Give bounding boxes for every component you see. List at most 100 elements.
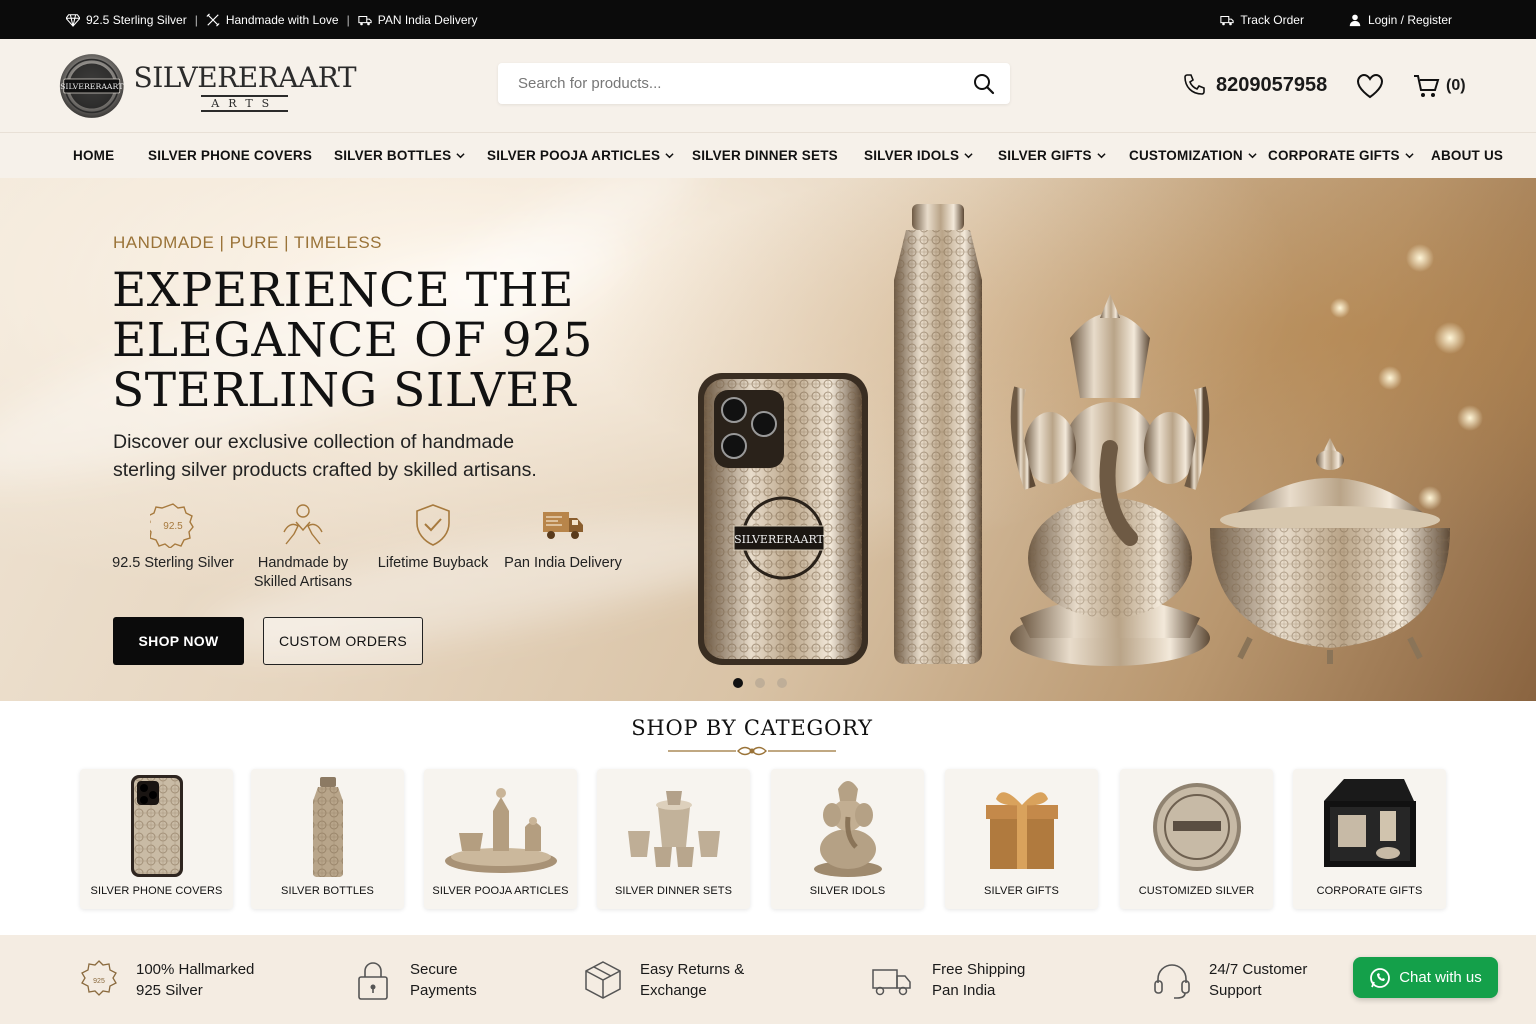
category-card-dinner-sets[interactable]: SILVER DINNER SETS [597, 769, 750, 909]
bottle-icon [312, 777, 343, 877]
assurance-returns: Easy Returns & Exchange [582, 935, 744, 1024]
nav-home[interactable]: HOME [73, 133, 114, 178]
assurance-line2: Support [1209, 981, 1262, 999]
nav-corporate-gifts[interactable]: CORPORATE GIFTS [1268, 133, 1414, 178]
category-card-phone-covers[interactable]: SILVER PHONE COVERS [80, 769, 233, 909]
svg-text:925: 925 [93, 978, 105, 985]
logo-subtitle: ARTS [201, 94, 289, 112]
chat-label: Chat with us [1399, 969, 1482, 986]
category-card-corporate[interactable]: CORPORATE GIFTS [1293, 769, 1446, 909]
assurance-line2: Payments [410, 981, 477, 999]
feature-buyback: Lifetime Buyback [368, 502, 498, 592]
hero-eyebrow: HANDMADE | PURE | TIMELESS [113, 233, 383, 252]
nav-label: SILVER POOJA ARTICLES [487, 148, 661, 163]
bokeh-light [1434, 322, 1466, 354]
chevron-down-icon [1405, 153, 1414, 159]
track-order-label: Track Order [1240, 12, 1304, 27]
phone-contact[interactable]: 8209057958 [1182, 73, 1327, 97]
badge-sterling-label: 92.5 Sterling Silver [86, 12, 187, 27]
heart-icon[interactable] [1356, 73, 1384, 99]
chevron-down-icon [456, 153, 465, 159]
login-label: Login / Register [1367, 12, 1452, 27]
nav-label: SILVER IDOLS [864, 148, 960, 163]
search-icon[interactable] [972, 72, 996, 96]
assurance-strip: 925 100% Hallmarked 925 Silver Secure Paym… [0, 935, 1536, 1024]
phone-number: 8209057958 [1216, 73, 1328, 96]
topbar-badges: 92.5 Sterling Silver | Handmade with Lov… [66, 0, 478, 39]
category-card-gifts[interactable]: SILVER GIFTS [945, 769, 1098, 909]
nav-label: HOME [73, 148, 115, 163]
category-card-bottles[interactable]: SILVER BOTTLES [251, 769, 404, 909]
nav-silver-phone-covers[interactable]: SILVER PHONE COVERS [148, 133, 312, 178]
bokeh-light [1330, 298, 1350, 318]
nav-silver-idols[interactable]: SILVER IDOLS [864, 133, 973, 178]
category-card-idols[interactable]: SILVER IDOLS [771, 769, 924, 909]
nav-label: SILVER BOTTLES [334, 148, 452, 163]
category-label: CORPORATE GIFTS [1316, 885, 1423, 897]
carousel-dot-3[interactable] [777, 678, 787, 688]
gift-case-icon [1323, 779, 1416, 867]
category-card-pooja-articles[interactable]: SILVER POOJA ARTICLES [424, 769, 577, 909]
carousel-dot-2[interactable] [755, 678, 765, 688]
separator: | [194, 12, 198, 27]
ganesha-idol-product [1010, 294, 1210, 666]
feature-delivery: Pan India Delivery [498, 502, 628, 592]
carousel-dot-1[interactable] [733, 678, 743, 688]
padlock-icon [358, 961, 388, 1000]
nav-label: ABOUT US [1431, 148, 1504, 163]
nav-label: CORPORATE GIFTS [1268, 148, 1400, 163]
bokeh-light [1406, 244, 1434, 272]
nav-silver-dinner-sets[interactable]: SILVER DINNER SETS [692, 133, 838, 178]
login-register-link[interactable]: Login / Register [1348, 13, 1452, 27]
truck-icon [358, 15, 372, 25]
feature-label: Lifetime Buyback [377, 555, 489, 571]
site-logo[interactable]: SILVERERAART SILVERERAART ARTS [56, 43, 357, 129]
ganesha-idol-icon [813, 781, 882, 877]
shop-now-button[interactable]: SHOP NOW [113, 617, 244, 665]
hero-title: EXPERIENCE THE ELEGANCE OF 925 STERLING … [112, 263, 593, 418]
category-label: SILVER DINNER SETS [614, 885, 733, 897]
badge-handmade-label: Handmade with Love [225, 12, 339, 27]
truck-icon [1220, 15, 1235, 25]
feature-sterling: 92.5 92.5 Sterling Silver [108, 502, 238, 592]
shield-check-icon [416, 504, 450, 546]
category-card-customized[interactable]: CUSTOMIZED SILVER [1120, 769, 1273, 909]
whatsapp-icon [1370, 967, 1391, 988]
search-input[interactable] [498, 63, 938, 104]
bowl-product [1210, 438, 1450, 664]
hero-features: 92.5 92.5 Sterling Silver Handmade by Sk… [108, 502, 628, 592]
ornament-divider-icon [668, 746, 836, 756]
assurance-line1: 100% Hallmarked [136, 960, 255, 978]
bottle-product [894, 204, 982, 664]
feature-label: Pan India Delivery [504, 555, 622, 571]
svg-text:92.5: 92.5 [163, 521, 183, 532]
nav-silver-pooja-articles[interactable]: SILVER POOJA ARTICLES [487, 133, 674, 178]
nav-about-us[interactable]: ABOUT US [1431, 133, 1503, 178]
assurance-support: 24/7 Customer Support [1151, 935, 1307, 1024]
nav-customization[interactable]: CUSTOMIZATION [1129, 133, 1257, 178]
feature-handmade: Handmade by Skilled Artisans [238, 502, 368, 592]
badge-delivery: PAN India Delivery [358, 13, 478, 27]
phone-icon [1184, 74, 1205, 95]
search-bar [498, 63, 1010, 104]
cart-count: (0) [1446, 77, 1466, 94]
truck-icon [872, 968, 911, 995]
custom-orders-button[interactable]: CUSTOM ORDERS [263, 617, 423, 665]
nav-silver-gifts[interactable]: SILVER GIFTS [998, 133, 1106, 178]
track-order-link[interactable]: Track Order [1220, 13, 1304, 27]
hero-product-showcase: SILVERERAART [698, 204, 1483, 666]
nav-silver-bottles[interactable]: SILVER BOTTLES [334, 133, 465, 178]
bokeh-light [1378, 366, 1402, 390]
nav-label: CUSTOMIZATION [1129, 148, 1243, 163]
cart-button[interactable]: (0) [1412, 72, 1466, 100]
chevron-down-icon [964, 153, 973, 159]
phone-cover-product: SILVERERAART [698, 373, 868, 665]
category-label: SILVER PHONE COVERS [90, 885, 223, 897]
category-label: SILVER POOJA ARTICLES [432, 885, 569, 897]
assurance-line2: 925 Silver [136, 981, 203, 999]
whatsapp-chat-button[interactable]: Chat with us [1353, 957, 1498, 998]
assurance-line2: Exchange [640, 981, 707, 999]
logo-emblem: SILVERERAART [59, 54, 124, 118]
assurance-shipping: Free Shipping Pan India [866, 935, 1025, 1024]
category-label: SILVER GIFTS [984, 885, 1059, 897]
